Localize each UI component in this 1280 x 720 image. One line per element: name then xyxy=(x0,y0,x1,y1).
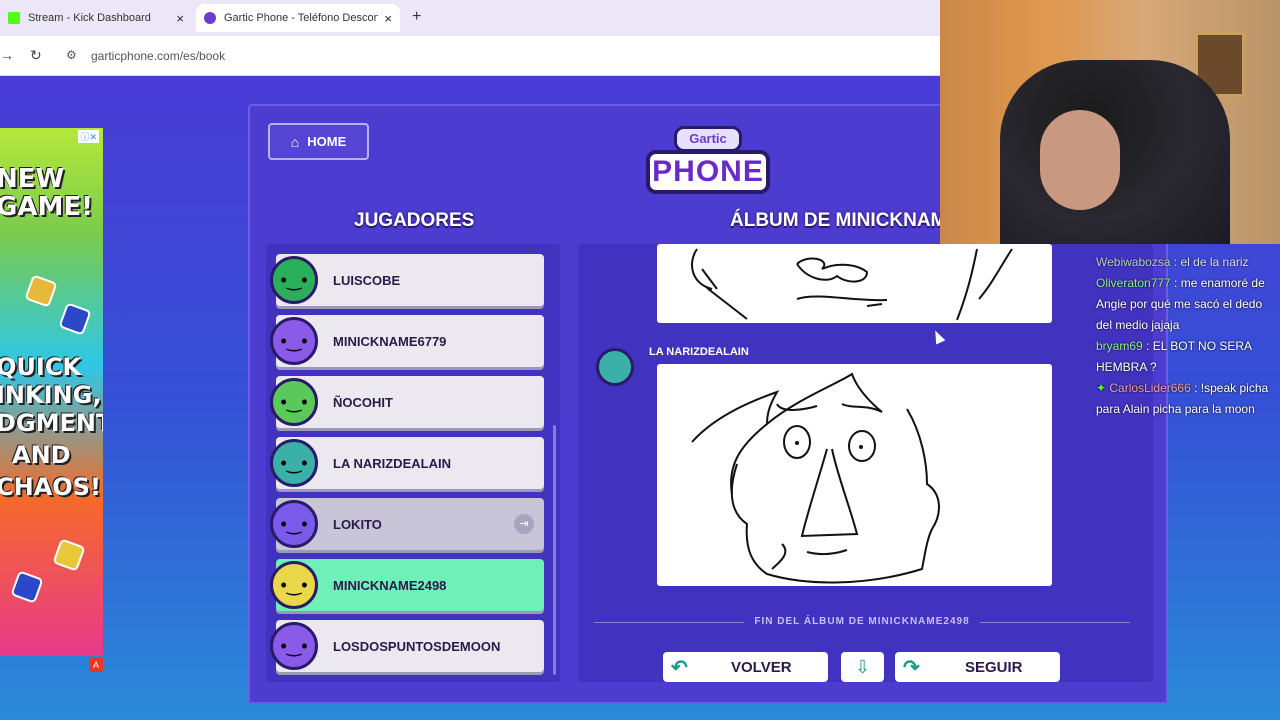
player-item[interactable]: •‿• ÑOCOHIT xyxy=(270,376,544,428)
player-avatar: •‿• xyxy=(270,500,318,548)
chat-text: : el de la nariz xyxy=(1170,255,1249,269)
home-icon: ⌂ xyxy=(290,133,300,150)
player-name: LUISCOBE xyxy=(333,272,401,288)
ad-deco-icon xyxy=(10,570,44,604)
player-avatar: •‿• xyxy=(270,561,318,609)
player-name: ÑOCOHIT xyxy=(333,394,393,410)
kick-player-icon[interactable]: ⇥ xyxy=(514,514,534,534)
ad-choices-icon[interactable]: A xyxy=(89,658,103,672)
download-button[interactable]: ⇩ xyxy=(841,652,884,682)
player-item[interactable]: •‿• MINICKNAME2498 xyxy=(270,559,544,611)
player-avatar: •‿• xyxy=(270,378,318,426)
previous-drawing xyxy=(691,248,1013,321)
player-avatar: •‿• xyxy=(270,256,318,304)
ad-text: CHAOS! xyxy=(0,473,101,501)
chat-username[interactable]: Oliveraton777 xyxy=(1096,276,1171,290)
redo-arrow-icon: ↷ xyxy=(903,656,920,679)
player-item[interactable]: •‿• LA NARIZDEALAIN xyxy=(270,437,544,489)
chat-username[interactable]: bryam69 xyxy=(1096,339,1143,353)
gartic-phone-logo: Gartic PHONE xyxy=(646,122,770,198)
drawing-card xyxy=(657,244,1052,323)
forward-icon[interactable]: → xyxy=(0,47,14,63)
player-item[interactable]: •‿• LUISCOBE xyxy=(270,254,544,306)
browser-tab-bar: Stream - Kick Dashboard × Gartic Phone -… xyxy=(0,0,940,36)
chat-message: Webiwabozsa : el de la nariz xyxy=(1096,252,1280,273)
player-item[interactable]: •‿• MINICKNAME6779 xyxy=(270,315,544,367)
gartic-favicon-icon xyxy=(204,12,216,24)
chat-message: ✦ CarlosLider666 : !speak picha para Ala… xyxy=(1096,378,1280,420)
home-label: HOME xyxy=(307,134,347,149)
next-label: SEGUIR xyxy=(965,658,1023,676)
album-end-label: FIN DEL ÁLBUM DE MINICKNAME2498 xyxy=(594,616,1130,630)
back-label: VOLVER xyxy=(731,658,792,676)
players-scrollbar[interactable] xyxy=(553,425,556,675)
player-name: LOSDOSPUNTOSDEMOON xyxy=(333,638,501,654)
reload-icon[interactable]: ↻ xyxy=(30,47,42,64)
close-tab-icon[interactable]: × xyxy=(384,11,392,26)
ad-text: NEW xyxy=(0,164,65,194)
kick-favicon-icon xyxy=(8,12,20,24)
advertisement-banner[interactable]: ⓘ✕ NEW GAME! QUICK INKING, DGMENT AND CH… xyxy=(0,128,103,656)
tab-title: Gartic Phone - Teléfono Descon xyxy=(224,12,379,24)
ad-text: AND xyxy=(12,441,71,469)
drawing-author-name: LA NARIZDEALAIN xyxy=(649,346,749,358)
stream-chat: Webiwabozsa : el de la nariz Oliveraton7… xyxy=(1096,255,1280,458)
chat-username[interactable]: CarlosLider666 xyxy=(1109,381,1190,395)
undo-arrow-icon: ↶ xyxy=(671,656,688,679)
player-item[interactable]: •‿• LOKITO ⇥ xyxy=(270,498,544,550)
player-name: MINICKNAME6779 xyxy=(333,333,447,349)
download-icon: ⇩ xyxy=(854,657,871,677)
webcam-overlay xyxy=(940,0,1280,244)
address-bar: → ↻ ⚙ garticphone.com/es/book xyxy=(0,36,940,76)
ad-text: GAME! xyxy=(0,192,93,222)
close-tab-icon[interactable]: × xyxy=(176,11,184,26)
author-avatar xyxy=(596,348,634,386)
tab-gartic-phone[interactable]: Gartic Phone - Teléfono Descon × xyxy=(196,4,400,32)
tab-kick-dashboard[interactable]: Stream - Kick Dashboard × xyxy=(0,4,192,32)
players-list: •‿• LUISCOBE •‿• MINICKNAME6779 •‿• ÑOCO… xyxy=(266,244,560,682)
drawing-card xyxy=(657,364,1052,586)
player-avatar: •‿• xyxy=(270,317,318,365)
player-name: MINICKNAME2498 xyxy=(333,577,447,593)
player-avatar: •‿• xyxy=(270,622,318,670)
ad-text: QUICK xyxy=(0,353,82,381)
ad-deco-icon xyxy=(52,538,86,572)
chat-message: Oliveraton777 : me enamoré de Angie por … xyxy=(1096,273,1280,336)
player-name: LA NARIZDEALAIN xyxy=(333,455,451,471)
chat-username[interactable]: Webiwabozsa xyxy=(1096,255,1170,269)
chat-badge-icon: ✦ xyxy=(1096,381,1110,395)
player-name: LOKITO xyxy=(333,516,382,532)
home-button[interactable]: ⌂ HOME xyxy=(268,123,369,160)
player-item[interactable]: •‿• LOSDOSPUNTOSDEMOON xyxy=(270,620,544,672)
ad-text: INKING, xyxy=(0,381,102,409)
player-avatar: •‿• xyxy=(270,439,318,487)
next-button[interactable]: ↷ SEGUIR xyxy=(895,652,1060,682)
site-settings-icon[interactable]: ⚙ xyxy=(66,48,77,62)
new-tab-button[interactable]: + xyxy=(412,8,421,26)
url-field[interactable]: garticphone.com/es/book xyxy=(91,49,225,63)
ad-deco-icon xyxy=(58,302,92,336)
album-title: ÁLBUM DE MINICKNAM xyxy=(730,210,947,231)
ad-text: DGMENT xyxy=(0,409,103,437)
streamer-face xyxy=(1040,110,1120,210)
back-button[interactable]: ↶ VOLVER xyxy=(663,652,828,682)
chat-message: bryam69 : EL BOT NO SERA HEMBRA ? xyxy=(1096,336,1280,378)
tab-title: Stream - Kick Dashboard xyxy=(28,12,151,24)
face-drawing xyxy=(691,372,940,584)
players-title: JUGADORES xyxy=(354,210,475,231)
ad-deco-icon xyxy=(24,274,58,308)
ad-info-icon[interactable]: ⓘ✕ xyxy=(78,130,99,143)
